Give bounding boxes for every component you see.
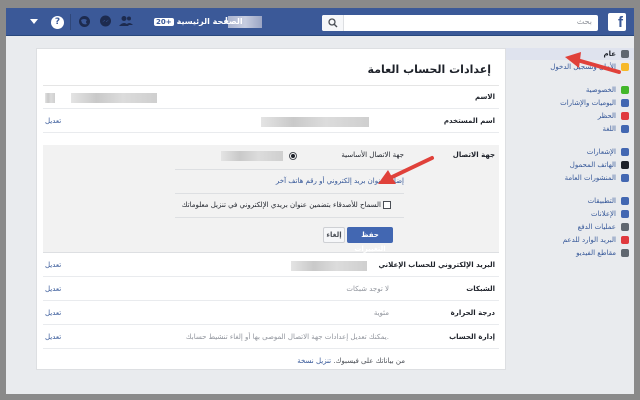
rss-icon <box>621 174 629 182</box>
film-icon <box>621 249 629 257</box>
sidebar-item-label: البريد الوارد للدعم <box>562 236 616 244</box>
ad-email-label: البريد الإلكتروني للحساب الإعلاني <box>378 261 495 269</box>
sidebar-item-label: عمليات الدفع <box>577 223 616 231</box>
networks-label: الشبكات <box>466 285 495 293</box>
save-changes-button[interactable]: حفظ التغييرات <box>347 227 393 253</box>
sidebar-item-label: المنشورات العامة <box>564 174 616 182</box>
sidebar-item[interactable]: المنشورات العامة <box>504 172 634 184</box>
manage-account-edit-link[interactable]: تعديل <box>45 333 61 341</box>
mobile-icon <box>621 161 629 169</box>
sidebar-item[interactable]: الهاتف المحمول <box>504 159 634 171</box>
networks-value: لا توجد شبكات <box>346 285 389 293</box>
sidebar-item[interactable]: الإعلانات <box>504 208 634 220</box>
download-copy-link[interactable]: تنزيل نسخة <box>297 357 331 365</box>
setting-row-temperature[interactable]: درجة الحرارة مئوية تعديل <box>43 303 499 325</box>
allow-friends-checkbox[interactable] <box>383 201 391 209</box>
contact-label: جهة الاتصال <box>452 151 495 159</box>
search-button[interactable] <box>322 15 344 31</box>
messenger-icon[interactable] <box>98 15 112 29</box>
title-divider <box>43 85 499 86</box>
networks-edit-link[interactable]: تعديل <box>45 285 61 293</box>
cancel-button[interactable]: إلغاء <box>323 227 345 243</box>
setting-row-name[interactable]: الاسم <box>43 87 499 109</box>
username-edit-link[interactable]: تعديل <box>45 117 61 125</box>
home-badge: 20+ <box>154 18 174 26</box>
top-bar: f بحث I 20+ الصفحة الرئيسية ? <box>6 8 634 36</box>
sidebar-item[interactable]: البريد الوارد للدعم <box>504 234 634 246</box>
search-icon <box>328 18 338 28</box>
sidebar-item[interactable]: عمليات الدفع <box>504 221 634 233</box>
manage-account-label: إدارة الحساب <box>449 333 495 341</box>
sidebar-item-label: الحظر <box>597 112 616 120</box>
annotation-arrow-add-contact <box>378 156 434 184</box>
setting-row-username[interactable]: اسم المستخدم تعديل <box>43 111 499 133</box>
sidebar-item-label: اليوميات والإشارات <box>560 99 616 107</box>
sidebar-item-label: التطبيقات <box>587 197 616 205</box>
globe-icon <box>621 148 629 156</box>
setting-row-manage-account[interactable]: إدارة الحساب يمكنك تعديل إعدادات جهة الا… <box>43 327 499 349</box>
globe-notifications-icon[interactable] <box>77 15 91 29</box>
sidebar-item-label: اللغة <box>602 125 616 133</box>
topbar-divider <box>70 14 71 30</box>
language-icon <box>621 125 629 133</box>
setting-row-ad-email[interactable]: البريد الإلكتروني للحساب الإعلاني تعديل <box>43 255 499 277</box>
temperature-value: مئوية <box>373 309 389 317</box>
manage-account-value: يمكنك تعديل إعدادات جهة الاتصال الموصى ب… <box>185 333 389 341</box>
sidebar-item[interactable]: اللغة <box>504 123 634 135</box>
sidebar-item[interactable]: الإشعارات <box>504 146 634 158</box>
username-value-blurred <box>261 117 369 127</box>
home-link[interactable]: 20+ الصفحة الرئيسية <box>154 17 243 26</box>
sidebar-item-label: مقاطع الفيديو <box>576 249 616 257</box>
sidebar-item-label: الإشعارات <box>586 148 616 156</box>
download-copy-footer: من بياناتك على فيسبوك. تنزيل نسخة <box>297 357 405 365</box>
lifebuoy-icon <box>621 236 629 244</box>
timeline-icon <box>621 99 629 107</box>
ad-email-value-blurred <box>291 261 367 271</box>
contact-divider-2 <box>175 193 404 194</box>
block-icon <box>621 112 629 120</box>
settings-panel: إعدادات الحساب العامة الاسم اسم المستخدم… <box>36 48 506 370</box>
sidebar-item-label: الهاتف المحمول <box>569 161 616 169</box>
card-icon <box>621 223 629 231</box>
browser-frame: f بحث I 20+ الصفحة الرئيسية ? عام الأمان و… <box>6 8 634 394</box>
temperature-label: درجة الحرارة <box>450 309 495 317</box>
ad-email-edit-link[interactable]: تعديل <box>45 261 61 269</box>
apps-icon <box>621 197 629 205</box>
sidebar-item[interactable]: مقاطع الفيديو <box>504 247 634 259</box>
sidebar-item-label: الإعلانات <box>591 210 616 218</box>
help-icon[interactable]: ? <box>51 16 64 29</box>
home-label: الصفحة الرئيسية <box>176 17 243 26</box>
name-label: الاسم <box>475 93 495 101</box>
page-title: إعدادات الحساب العامة <box>367 63 491 76</box>
friend-requests-icon[interactable] <box>119 15 133 29</box>
search-input[interactable]: بحث <box>322 15 598 31</box>
username-label: اسم المستخدم <box>443 117 495 125</box>
chevron-down-icon[interactable] <box>30 19 38 24</box>
name-value-blurred-a <box>45 93 55 103</box>
primary-contact-blurred <box>221 151 283 161</box>
setting-row-networks[interactable]: الشبكات لا توجد شبكات تعديل <box>43 279 499 301</box>
sidebar-item[interactable]: اليوميات والإشارات <box>504 97 634 109</box>
contact-divider <box>175 169 404 170</box>
allow-friends-label: السماح للأصدقاء بتضمين عنوان بريدي الإلك… <box>181 201 381 209</box>
name-value-blurred-b <box>71 93 157 103</box>
sidebar-item[interactable]: التطبيقات <box>504 195 634 207</box>
contact-divider-3 <box>175 217 404 218</box>
primary-contact-radio[interactable] <box>289 152 297 160</box>
temperature-edit-link[interactable]: تعديل <box>45 309 61 317</box>
sidebar-item[interactable]: الحظر <box>504 110 634 122</box>
annotation-arrow-general <box>565 52 621 74</box>
facebook-logo[interactable]: f <box>608 13 626 31</box>
search-placeholder: بحث <box>576 17 592 26</box>
download-copy-text: من بياناتك على فيسبوك. <box>333 357 405 365</box>
ads-icon <box>621 210 629 218</box>
